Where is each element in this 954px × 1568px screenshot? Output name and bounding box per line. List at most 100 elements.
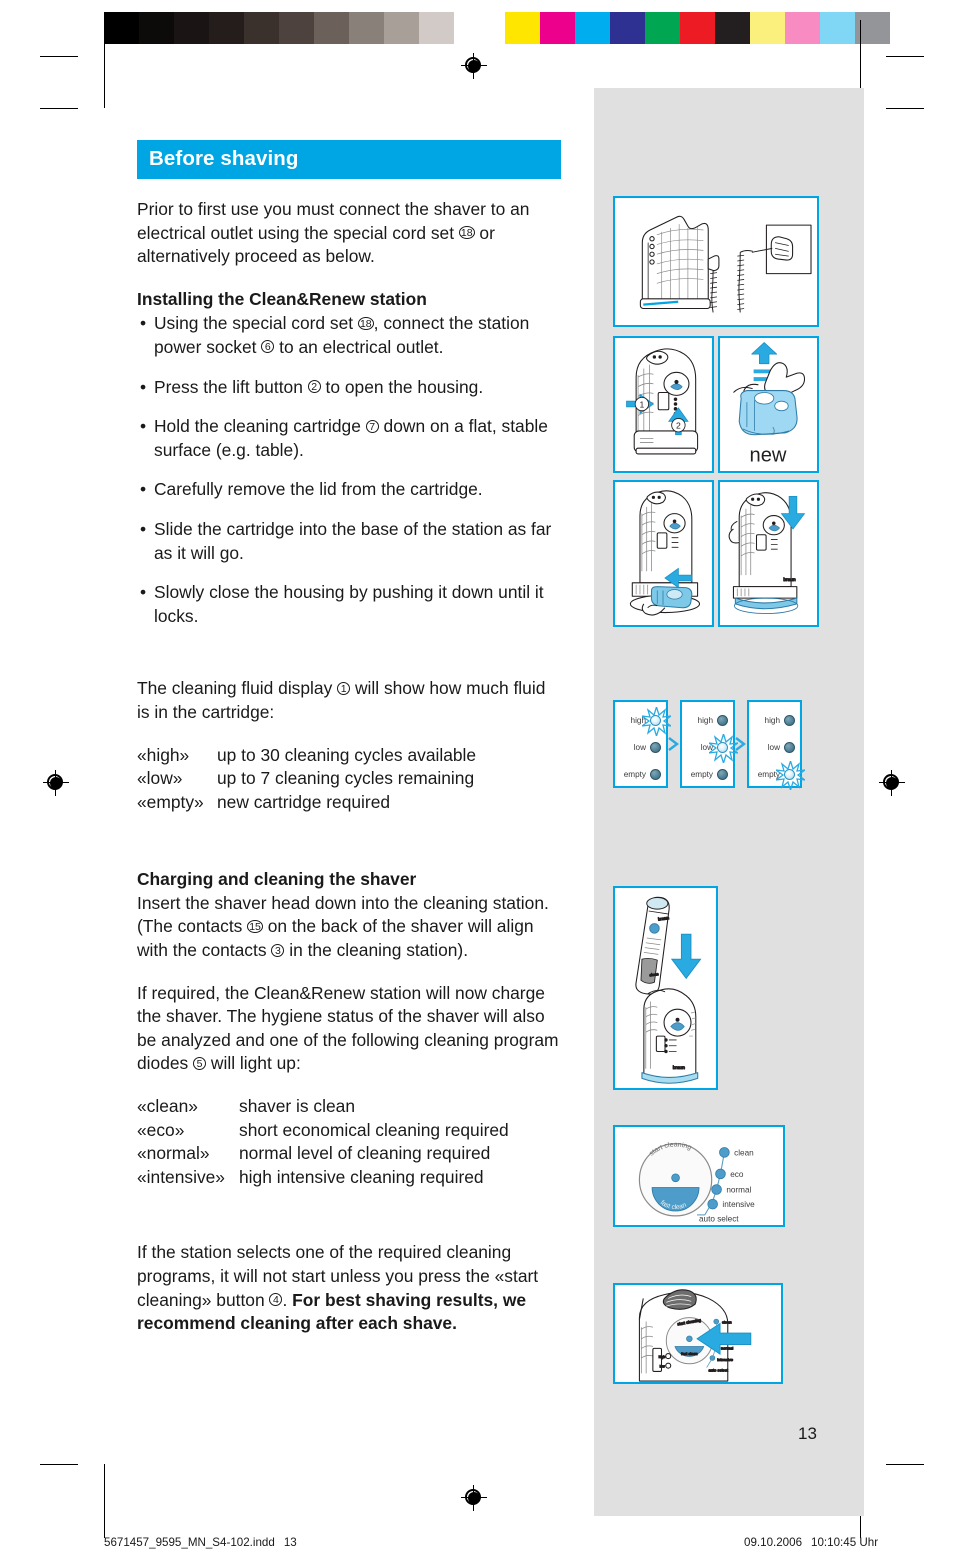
dial-label-intensive: intensive (722, 1200, 755, 1209)
definition-description: high intensive cleaning required (239, 1166, 484, 1187)
definition-term: «low» (137, 768, 183, 789)
reference-number-15: 15 (247, 919, 263, 933)
led-label-low: low (633, 742, 646, 752)
bullet-icon: • (140, 376, 147, 397)
crop-mark-lower-left-h (40, 1464, 78, 1465)
charging-paragraph-1: Insert the shaver head down into the cle… (137, 892, 561, 963)
led-indicator-low (650, 741, 661, 753)
charging-paragraph-2: If required, the Clean&Renew station wil… (137, 982, 561, 1076)
dial-label-clean: clean (734, 1148, 754, 1157)
led-panel-low: high low empty (680, 700, 738, 788)
list-item-text: Carefully remove the lid from the cartri… (154, 479, 483, 500)
svg-text:1: 1 (639, 399, 644, 409)
led-indicator-low (784, 741, 795, 753)
color-swatch-2 (575, 12, 610, 44)
registration-mark-right (879, 770, 905, 796)
led-indicator-high (642, 706, 671, 736)
dial-label-eco: eco (730, 1170, 744, 1179)
reference-number-6: 6 (261, 340, 275, 354)
list-item-text: to an electrical outlet. (274, 336, 444, 357)
flow-arrow-icon (735, 735, 747, 753)
charging-text: in the cleaning station). (284, 940, 469, 961)
dial-dot-intensive (707, 1198, 718, 1210)
color-swatch-6 (715, 12, 750, 44)
dial-dot-eco (715, 1168, 726, 1180)
footer-filename: 5671457_9595_MN_S4-102.indd 13 (104, 1536, 297, 1549)
svg-text:high: high (659, 1355, 666, 1359)
svg-text:braun: braun (673, 1065, 686, 1071)
color-swatch-group (505, 12, 890, 44)
fluid-display-paragraph: The cleaning fluid display 1 will show h… (137, 677, 561, 724)
led-indicator-empty (650, 768, 661, 780)
grayscale-swatch-group (104, 12, 489, 44)
definition-row: «intensive» high intensive cleaning requ… (137, 1166, 561, 1190)
starburst-icon (642, 706, 671, 736)
led-label-low: low (767, 742, 780, 752)
print-calibration-colorbar (104, 12, 890, 44)
led-indicator-low (709, 733, 738, 763)
svg-text:2: 2 (676, 421, 681, 431)
registration-mark-left (43, 770, 69, 796)
led-indicator-high (717, 714, 728, 726)
definition-term: «intensive» (137, 1166, 225, 1187)
color-swatch-8 (785, 12, 820, 44)
list-item: • Press the lift button 2 to open the hou… (137, 376, 561, 400)
reference-number-3: 3 (271, 943, 285, 957)
page-title: Before shaving (137, 140, 561, 179)
reference-number-7: 7 (365, 419, 379, 433)
gray-swatch-2 (174, 12, 209, 44)
color-swatch-3 (610, 12, 645, 44)
fluid-level-definition-list: «high» up to 30 cleaning cycles availabl… (137, 744, 561, 815)
gray-swatch-10 (454, 12, 489, 44)
figure-cleaning-program-dial: start cleaning fast clean clean eco norm… (613, 1125, 785, 1227)
definition-term: «normal» (137, 1143, 210, 1164)
led-indicator-high (784, 714, 795, 726)
gray-swatch-9 (419, 12, 454, 44)
crop-mark-bottom-left-v (104, 1516, 105, 1538)
closing-paragraph: If the station selects one of the requir… (137, 1241, 561, 1335)
charging-heading: Charging and cleaning the shaver (137, 869, 417, 890)
dial-dot-clean (719, 1147, 730, 1158)
definition-description: up to 30 cleaning cycles available (217, 744, 477, 765)
figure-slide-cartridge-into-base (613, 480, 714, 627)
footer-page: 13 (283, 1536, 297, 1549)
gray-swatch-6 (314, 12, 349, 44)
figure-new-cartridge-lid-removal: new (718, 336, 819, 473)
charging-text: will light up: (206, 1053, 301, 1074)
cleaning-program-definition-list: «clean» shaver is clean «eco» short econ… (137, 1095, 561, 1189)
gray-swatch-7 (349, 12, 384, 44)
led-label-high: high (764, 715, 780, 725)
gray-swatch-8 (384, 12, 419, 44)
gray-swatch-0 (104, 12, 139, 44)
led-label-high: high (697, 715, 713, 725)
led-indicator-empty (717, 768, 728, 780)
crop-mark-lower-left-v (104, 1464, 105, 1516)
footer-time: 10:10:45 Uhr (811, 1536, 879, 1549)
closing-text: . (282, 1289, 293, 1310)
reference-number-5: 5 (193, 1056, 207, 1070)
fluid-display-text: The cleaning fluid display (137, 678, 338, 699)
bullet-icon: • (140, 416, 147, 437)
reference-number-1: 1 (337, 681, 351, 695)
footer-file: 5671457_9595_MN_S4-102.indd (104, 1536, 275, 1549)
led-label-empty: empty (690, 769, 713, 779)
svg-text:normal: normal (721, 1345, 733, 1350)
definition-term: «eco» (137, 1119, 185, 1140)
list-item-text: Hold the cleaning cartridge (154, 416, 366, 437)
led-label-empty: empty (623, 769, 646, 779)
svg-text:low: low (660, 1365, 666, 1369)
footer-date: 09.10.2006 (744, 1536, 803, 1549)
crop-mark-top-left-v (104, 20, 105, 56)
gray-swatch-1 (139, 12, 174, 44)
installing-heading: Installing the Clean&Renew station (137, 288, 427, 309)
reference-number-4: 4 (269, 1293, 283, 1307)
figure-open-housing: 1 2 (613, 336, 714, 473)
list-item-text: Press the lift button (154, 376, 308, 397)
list-item-text: Slide the cartridge into the base of the… (154, 518, 552, 563)
reference-number-18: 18 (458, 226, 475, 240)
crop-mark-top-left-h (40, 56, 78, 57)
definition-term: «high» (137, 744, 190, 765)
list-item: • Hold the cleaning cartridge 7 down on a… (137, 415, 561, 462)
dial-label-auto-select: auto select (699, 1215, 739, 1224)
crop-mark-top-right-v (860, 20, 861, 56)
